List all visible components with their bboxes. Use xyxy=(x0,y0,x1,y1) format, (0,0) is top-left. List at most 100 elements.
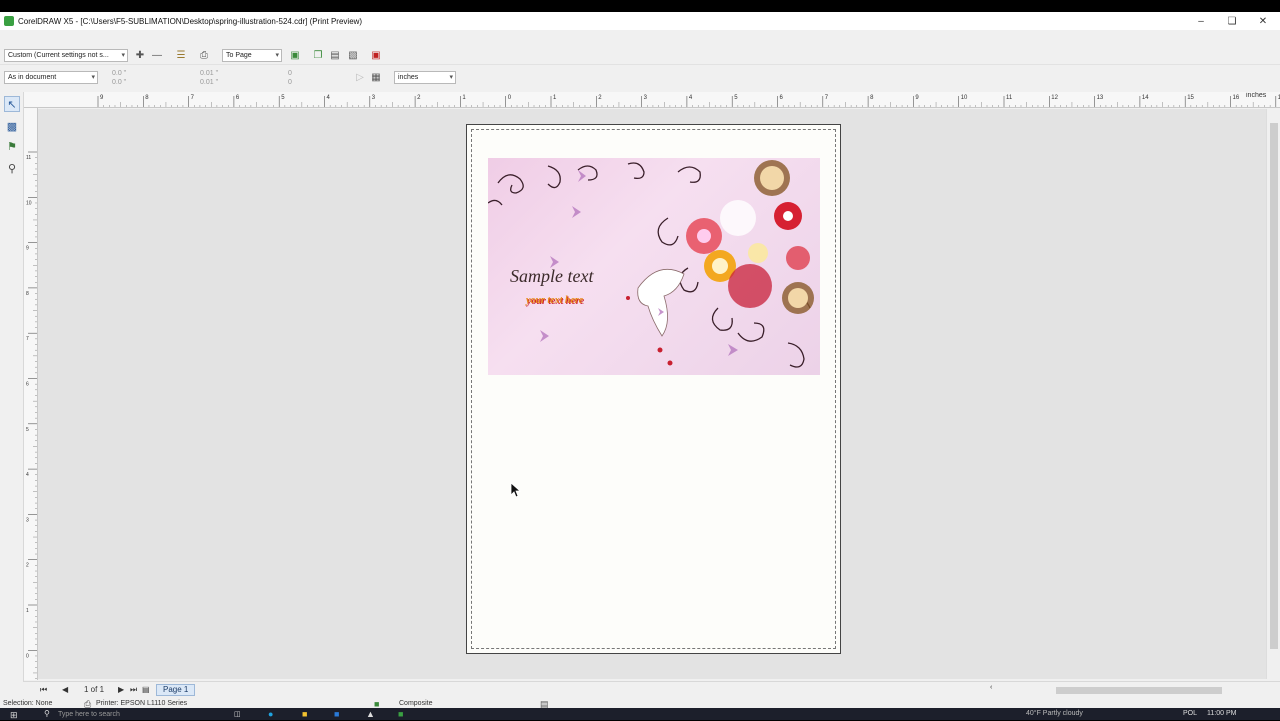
search-icon[interactable]: ⚲ xyxy=(44,709,50,718)
printer-status: Printer: EPSON L1110 Series xyxy=(96,700,188,707)
ruler-tick-label: 2 xyxy=(26,563,29,569)
first-page-icon[interactable]: ⏮ xyxy=(40,685,47,695)
ruler-tick-label: 0 xyxy=(26,653,29,659)
property-bar: As in document ▾ 0.0 " 0.0 " 0.01 " 0.01… xyxy=(0,67,1280,89)
ruler-tick-label: 15 xyxy=(1187,95,1194,101)
ruler-ticks: 11109876543210 xyxy=(26,151,37,679)
ruler-tick-label: 6 xyxy=(236,95,240,101)
invert-icon[interactable]: ▤ xyxy=(329,49,341,61)
selection-status: Selection: None xyxy=(3,700,53,707)
remove-print-style-icon[interactable]: — xyxy=(151,49,163,61)
ruler-tick-label: 8 xyxy=(26,291,29,297)
page-tab[interactable]: Page 1 xyxy=(156,684,196,696)
print-style-dropdown[interactable]: Custom (Current settings not s... ▾ xyxy=(4,49,128,62)
file-explorer-icon[interactable]: ■ xyxy=(302,709,307,719)
ruler-tick-label: 14 xyxy=(1142,95,1149,101)
image-position-value: As in document xyxy=(8,74,57,81)
mail-icon[interactable]: ■ xyxy=(334,709,339,719)
ruler-tick-label: 6 xyxy=(780,95,784,101)
horizontal-ruler[interactable]: 98765432101234567891011121314151617 inch… xyxy=(24,92,1280,108)
full-screen-icon[interactable]: ▣ xyxy=(289,49,301,61)
taskbar-search[interactable]: Type here to search xyxy=(58,711,120,718)
imposition-layout-tool-icon[interactable]: ▩ xyxy=(4,118,20,134)
zoom-tool-icon[interactable]: ⚲ xyxy=(4,160,20,176)
close-button[interactable]: ✕ xyxy=(1248,12,1278,30)
y-position-field[interactable]: 0.0 " xyxy=(112,79,126,86)
ruler-tick-label: 5 xyxy=(281,95,285,101)
mirror-icon[interactable]: ▧ xyxy=(347,49,359,61)
ruler-tick-label: 10 xyxy=(961,95,968,101)
windows-taskbar: ⊞ ⚲ Type here to search ◫ ● ■ ■ ▲ ■ 40°F… xyxy=(0,708,1280,720)
restore-button[interactable]: ❏ xyxy=(1217,12,1247,30)
vertical-scrollbar[interactable] xyxy=(1266,109,1280,679)
spring-illustration[interactable]: Sample text your text here xyxy=(488,158,820,375)
ruler-tick-label: 4 xyxy=(689,95,693,101)
units-value: inches xyxy=(398,74,419,81)
mouse-cursor-icon xyxy=(510,482,522,498)
edge-browser-icon[interactable]: ● xyxy=(268,709,273,719)
weather-status[interactable]: 40°F Partly cloudy xyxy=(1026,710,1083,717)
horizontal-scroll-thumb[interactable] xyxy=(1056,687,1222,694)
ruler-tick-label: 0 xyxy=(508,95,512,101)
previous-page-icon[interactable]: ◀ xyxy=(62,685,68,694)
taskbar-app-icon[interactable]: ▲ xyxy=(366,709,375,719)
lock-ratio-icon[interactable]: ▷ xyxy=(354,71,366,83)
units-dropdown[interactable]: inches ▾ xyxy=(394,71,456,84)
chevron-down-icon: ▾ xyxy=(449,74,453,81)
ruler-tick-label: 8 xyxy=(870,95,874,101)
x-position-field[interactable]: 0.0 " xyxy=(112,70,126,77)
ruler-tick-label: 5 xyxy=(26,427,29,433)
ruler-tick-label: 9 xyxy=(26,246,29,252)
ruler-tick-label: 7 xyxy=(26,336,29,342)
title-bar: CorelDRAW X5 - [C:\Users\F5-SUBLIMATION\… xyxy=(0,12,1280,30)
ruler-tick-label: 2 xyxy=(417,95,421,101)
print-icon[interactable]: ⎙ xyxy=(198,49,210,61)
page-count: 1 of 1 xyxy=(84,685,105,694)
print-options-icon[interactable]: ☰ xyxy=(175,49,187,61)
ruler-tick-label: 8 xyxy=(145,95,149,101)
add-page-icon[interactable]: ▤ xyxy=(142,685,150,694)
image-position-dropdown[interactable]: As in document ▾ xyxy=(4,71,98,84)
composite-status: Composite xyxy=(399,700,433,707)
ruler-tick-label: 4 xyxy=(327,95,331,101)
coreldraw-app-icon xyxy=(4,16,14,26)
ruler-ticks: 98765432101234567891011121314151617 xyxy=(97,95,1280,107)
horizontal-scrollbar[interactable]: ‹ › xyxy=(990,684,1280,696)
last-page-icon[interactable]: ⏭ xyxy=(130,685,137,695)
your-text-here: your text here xyxy=(526,295,584,306)
sample-text: Sample text xyxy=(510,266,594,286)
ruler-tick-label: 10 xyxy=(26,200,32,206)
add-print-style-icon[interactable]: ✚ xyxy=(134,49,146,61)
ruler-tick-label: 11 xyxy=(26,155,31,161)
close-print-preview-icon[interactable]: ▣ xyxy=(370,49,382,61)
coreldraw-window: CorelDRAW X5 - [C:\Users\F5-SUBLIMATION\… xyxy=(0,12,1280,710)
task-view-icon[interactable]: ◫ xyxy=(234,710,241,718)
ruler-units-label: inches xyxy=(1246,92,1267,99)
clock[interactable]: 11:00 PM xyxy=(1207,710,1236,717)
ruler-tick-label: 1 xyxy=(462,95,466,101)
vertical-ruler[interactable]: 11 10 9 8 7 6 5 4 3 2 1 0 xyxy=(24,108,38,680)
scroll-left-icon[interactable]: ‹ xyxy=(990,684,992,691)
page-settings-icon[interactable]: ▦ xyxy=(370,71,382,83)
language-indicator[interactable]: POL xyxy=(1183,710,1197,717)
coreldraw-taskbar-icon[interactable]: ■ xyxy=(398,709,403,719)
ruler-tick-label: 3 xyxy=(644,95,648,101)
vertical-scroll-thumb[interactable] xyxy=(1270,123,1278,649)
ruler-tick-label: 16 xyxy=(1233,95,1240,101)
minimize-button[interactable]: – xyxy=(1186,12,1216,30)
zoom-value: To Page xyxy=(226,52,252,59)
marks-placement-tool-icon[interactable]: ⚑ xyxy=(4,138,20,154)
scale-y-field[interactable]: 0 xyxy=(288,79,292,86)
windows-start-icon[interactable]: ⊞ xyxy=(10,710,18,721)
page-navigator: ⏮ ◀ 1 of 1 ▶ ⏭ ▤ Page 1 ‹ › xyxy=(24,681,1280,697)
zoom-dropdown[interactable]: To Page ▾ xyxy=(222,49,282,62)
color-separations-icon[interactable]: ❐ xyxy=(312,49,324,61)
height-field[interactable]: 0.01 " xyxy=(200,79,218,86)
ruler-tick-label: 9 xyxy=(915,95,919,101)
scale-x-field[interactable]: 0 xyxy=(288,70,292,77)
pick-tool-icon[interactable]: ↖ xyxy=(4,96,20,112)
next-page-icon[interactable]: ▶ xyxy=(118,685,124,694)
ruler-tick-label: 13 xyxy=(1097,95,1104,101)
preview-page[interactable]: Sample text your text here xyxy=(466,124,841,654)
width-field[interactable]: 0.01 " xyxy=(200,70,218,77)
